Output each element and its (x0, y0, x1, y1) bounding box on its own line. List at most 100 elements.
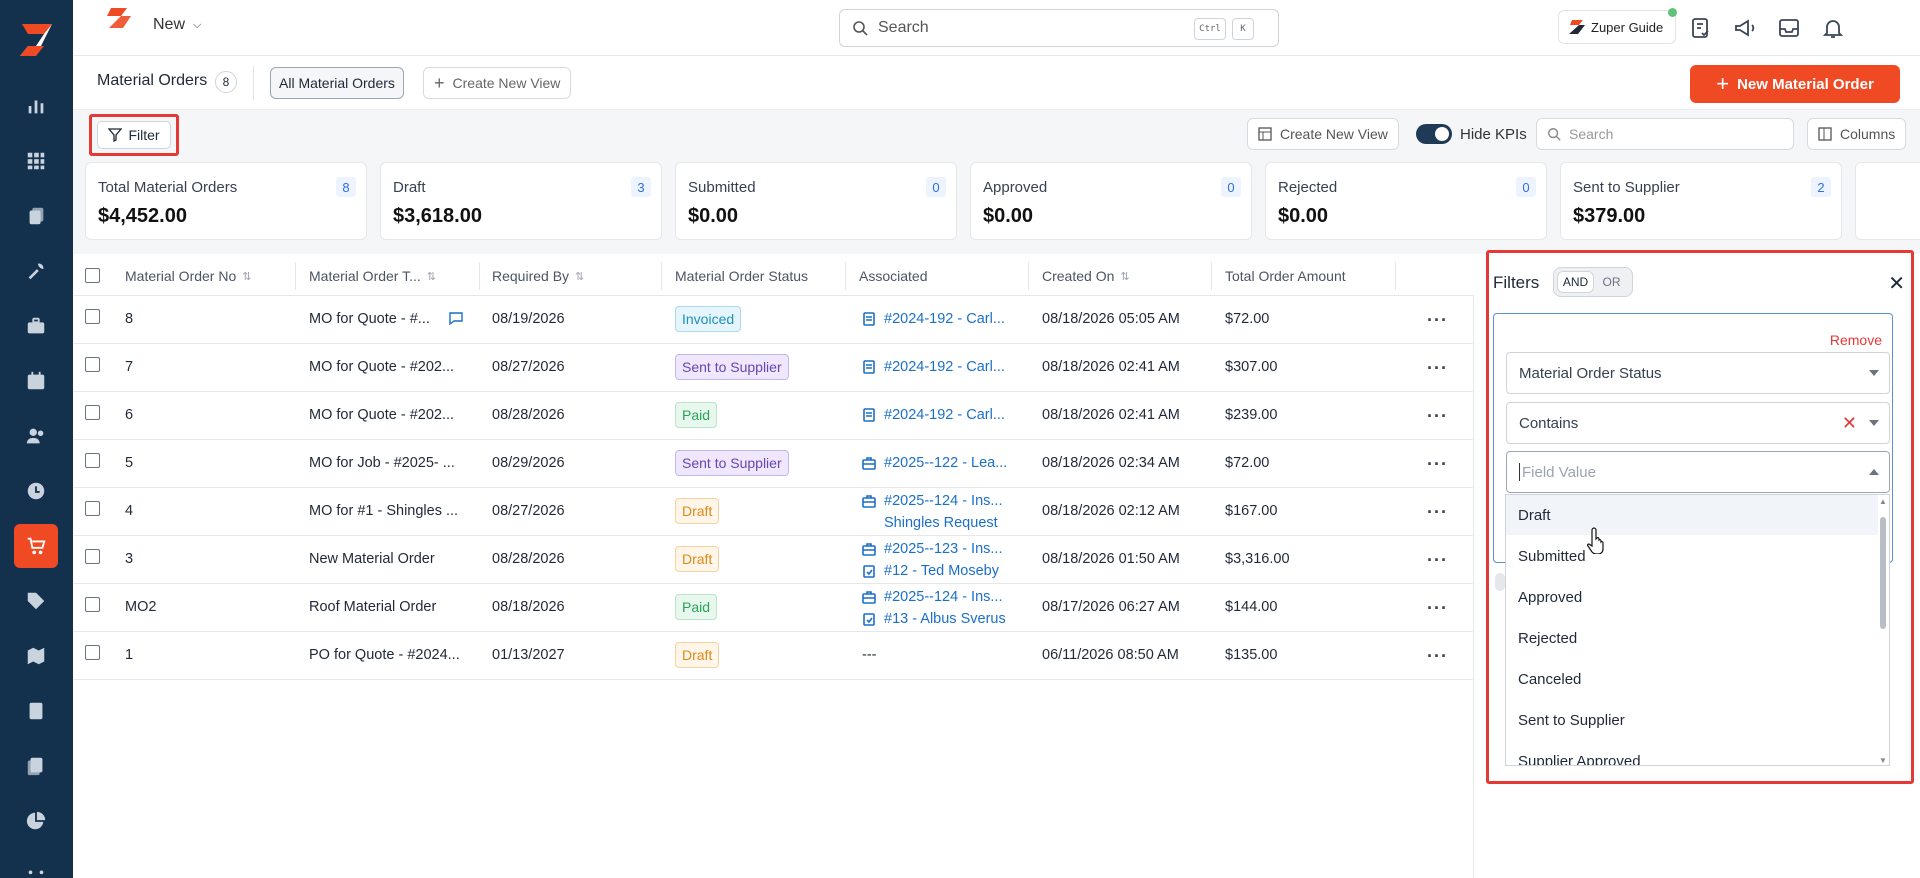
associated-link[interactable]: #2024-192 - Carl... (862, 311, 1005, 327)
cell-title[interactable]: PO for Quote - #2024... (309, 647, 460, 663)
cell-title[interactable]: New Material Order (309, 551, 435, 567)
header-required-by[interactable]: Required By ⇅ (492, 268, 584, 284)
associated-link[interactable]: #2024-192 - Carl... (862, 407, 1005, 423)
cell-title[interactable]: MO for #1 - Shingles ... (309, 503, 458, 519)
row-checkbox[interactable] (85, 453, 100, 468)
header-material-order-title[interactable]: Material Order T... ⇅ (309, 268, 436, 284)
inbox-icon[interactable] (1777, 16, 1801, 40)
associated-link[interactable]: #12 - Ted Moseby (862, 563, 999, 579)
row-actions-icon[interactable]: ··· (1427, 358, 1448, 379)
reports-icon[interactable] (14, 84, 58, 128)
option-draft[interactable]: Draft (1506, 495, 1878, 535)
option-approved[interactable]: Approved (1506, 577, 1878, 617)
header-material-order-status[interactable]: Material Order Status (675, 268, 808, 284)
dropdown-scrollbar[interactable]: ▲ ▼ (1879, 497, 1887, 765)
create-new-view-tab[interactable]: + Create New View (423, 67, 572, 99)
cell-order-no[interactable]: 6 (125, 407, 133, 423)
or-option[interactable]: OR (1594, 271, 1629, 293)
row-checkbox[interactable] (85, 357, 100, 372)
cell-title[interactable]: MO for Quote - #202... (309, 407, 454, 423)
pie-chart-icon[interactable] (14, 799, 58, 843)
cell-title[interactable]: MO for Quote - #202... (309, 359, 454, 375)
cell-order-no[interactable]: MO2 (125, 599, 156, 615)
associated-link[interactable]: Shingles Request (862, 515, 998, 531)
cell-order-no[interactable]: 3 (125, 551, 133, 567)
more-nav-icon[interactable] (14, 854, 58, 878)
kpi-card[interactable]: Approved 0 $0.00 (970, 162, 1252, 240)
clear-icon[interactable]: ✕ (1842, 413, 1857, 434)
associated-link[interactable]: #13 - Albus Sverus (862, 611, 1006, 627)
row-actions-icon[interactable]: ··· (1427, 454, 1448, 475)
scroll-down-icon[interactable]: ▼ (1879, 756, 1887, 765)
field-select[interactable]: Material Order Status (1506, 352, 1890, 394)
create-new-view-button[interactable]: Create New View (1247, 118, 1399, 150)
new-menu-button[interactable]: New ⌵ (153, 16, 201, 34)
option-rejected[interactable]: Rejected (1506, 618, 1878, 658)
hide-kpis-toggle[interactable] (1416, 124, 1452, 144)
tasks-icon[interactable] (1689, 16, 1713, 40)
row-actions-icon[interactable]: ··· (1427, 310, 1448, 331)
header-material-order-no[interactable]: Material Order No ⇅ (125, 268, 251, 284)
table-row[interactable]: MO2 Roof Material Order 08/18/2026 Paid … (73, 584, 1474, 632)
row-actions-icon[interactable]: ··· (1427, 550, 1448, 571)
select-all-checkbox[interactable] (85, 268, 100, 283)
map-icon[interactable] (14, 634, 58, 678)
kpi-card[interactable]: Total Material Orders 8 $4,452.00 (85, 162, 367, 240)
header-created-on[interactable]: Created On ⇅ (1042, 268, 1130, 284)
row-actions-icon[interactable]: ··· (1427, 646, 1448, 667)
kpi-card[interactable]: Rejected 0 $0.00 (1265, 162, 1547, 240)
global-search-input[interactable]: Search Ctrl K (839, 9, 1279, 47)
close-icon[interactable]: ✕ (1888, 271, 1905, 296)
remove-condition-link[interactable]: Remove (1830, 332, 1882, 348)
option-submitted[interactable]: Submitted (1506, 536, 1878, 576)
users-icon[interactable] (14, 414, 58, 458)
kpi-card-partial[interactable] (1855, 162, 1920, 240)
option-canceled[interactable]: Canceled (1506, 659, 1878, 699)
cell-order-no[interactable]: 5 (125, 455, 133, 471)
header-associated[interactable]: Associated (859, 268, 927, 284)
table-row[interactable]: 7 MO for Quote - #202... 08/27/2026 Sent… (73, 344, 1474, 392)
row-checkbox[interactable] (85, 501, 100, 516)
calendar-icon[interactable] (14, 359, 58, 403)
associated-link[interactable]: #2025--122 - Lea... (862, 455, 1007, 471)
and-or-toggle[interactable]: AND OR (1553, 267, 1633, 297)
row-checkbox[interactable] (85, 597, 100, 612)
row-checkbox[interactable] (85, 309, 100, 324)
bell-icon[interactable] (1821, 16, 1845, 40)
associated-link[interactable]: #2025--124 - Ins... (862, 589, 1003, 605)
briefcase-icon[interactable] (14, 304, 58, 348)
view-all-material-orders[interactable]: All Material Orders (270, 67, 404, 99)
tag-icon[interactable] (14, 579, 58, 623)
cart-icon[interactable] (14, 524, 58, 568)
row-checkbox[interactable] (85, 645, 100, 660)
tools-icon[interactable] (14, 249, 58, 293)
zuper-guide-button[interactable]: Zuper Guide (1558, 8, 1677, 44)
new-material-order-button[interactable]: + New Material Order (1690, 65, 1900, 103)
header-total-order-amount[interactable]: Total Order Amount (1225, 268, 1346, 284)
kpi-card[interactable]: Sent to Supplier 2 $379.00 (1560, 162, 1842, 240)
sort-icon[interactable]: ⇅ (575, 270, 584, 283)
sort-icon[interactable]: ⇅ (242, 270, 251, 283)
associated-link[interactable]: #2024-192 - Carl... (862, 359, 1005, 375)
chat-icon[interactable] (448, 311, 464, 325)
sort-icon[interactable]: ⇅ (1120, 270, 1129, 283)
table-row[interactable]: 1 PO for Quote - #2024... 01/13/2027 Dra… (73, 632, 1474, 680)
row-actions-icon[interactable]: ··· (1427, 502, 1448, 523)
row-actions-icon[interactable]: ··· (1427, 598, 1448, 619)
table-row[interactable]: 3 New Material Order 08/28/2026 Draft #2… (73, 536, 1474, 584)
sort-icon[interactable]: ⇅ (427, 270, 436, 283)
row-actions-icon[interactable]: ··· (1427, 406, 1448, 427)
option-sent-to-supplier[interactable]: Sent to Supplier (1506, 700, 1878, 740)
cell-order-no[interactable]: 4 (125, 503, 133, 519)
cell-title[interactable]: MO for Quote - #... (309, 311, 430, 327)
table-row[interactable]: 4 MO for #1 - Shingles ... 08/27/2026 Dr… (73, 488, 1474, 536)
cell-title[interactable]: Roof Material Order (309, 599, 436, 615)
cell-order-no[interactable]: 7 (125, 359, 133, 375)
row-checkbox[interactable] (85, 549, 100, 564)
dashboard-icon[interactable] (14, 139, 58, 183)
field-value-input[interactable]: Field Value (1506, 451, 1890, 493)
table-row[interactable]: 5 MO for Job - #2025- ... 08/29/2026 Sen… (73, 440, 1474, 488)
kpi-card[interactable]: Draft 3 $3,618.00 (380, 162, 662, 240)
associated-link[interactable]: #2025--123 - Ins... (862, 541, 1003, 557)
operator-select[interactable]: Contains ✕ (1506, 402, 1890, 444)
